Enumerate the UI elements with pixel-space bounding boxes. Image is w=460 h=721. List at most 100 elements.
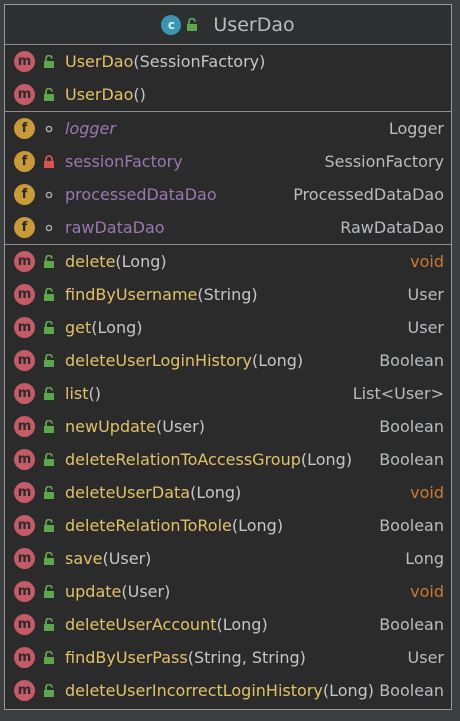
package-private-dot-icon [45,191,53,199]
public-lock-icon [44,651,54,664]
method-row[interactable]: m deleteUserAccount (Long) Boolean [5,608,451,641]
member-signature: deleteUserLoginHistory (Long) [65,344,303,377]
method-name: deleteUserLoginHistory [65,351,252,370]
class-icon-letter: c [167,17,175,32]
member-signature: UserDao() [65,78,146,111]
return-type: void [410,252,444,271]
method-name: deleteRelationToRole [65,516,232,535]
method-row[interactable]: m UserDao() [5,78,451,111]
method-icon: m [14,647,35,668]
method-row[interactable]: m newUpdate (User) Boolean [5,410,451,443]
method-icon: m [14,449,35,470]
method-params: (Long) [115,252,167,271]
method-icon: m [14,350,35,371]
return-type: Boolean [379,615,444,634]
method-row[interactable]: m update (User) void [5,575,451,608]
method-name: findByUsername [65,285,198,304]
member-signature: delete (Long) [65,245,167,278]
return-type: void [410,483,444,502]
method-row[interactable]: m findByUsername (String) User [5,278,451,311]
method-name: UserDao [65,85,134,104]
method-row[interactable]: m deleteUserIncorrectLoginHistory (Long) Bo… [5,674,451,707]
method-params: (User) [121,582,171,601]
field-row[interactable]: f rawDataDao RawDataDao [5,211,451,244]
return-type: User [407,648,444,667]
field-row[interactable]: f processedDataDao ProcessedDataDao [5,178,451,211]
method-row[interactable]: m delete (Long) void [5,245,451,278]
member-signature: get (Long) [65,311,142,344]
public-lock-icon [44,420,54,433]
member-signature: deleteRelationToAccessGroup (Long) [65,443,352,476]
method-params: (Long) [322,681,375,700]
class-header: c UserDao [5,5,451,45]
method-icon: m [14,482,35,503]
method-icon: m [14,515,35,536]
member-signature: logger [65,112,116,145]
public-lock-icon [44,618,54,631]
return-type: void [410,582,444,601]
field-icon: f [14,217,35,238]
method-row[interactable]: m deleteUserLoginHistory (Long) Boolean [5,344,451,377]
field-type: SessionFactory [324,152,445,171]
method-icon: m [14,548,35,569]
return-type: User [407,318,444,337]
method-row[interactable]: m list() List<User> [5,377,451,410]
public-lock-icon [44,453,54,466]
field-row[interactable]: f sessionFactory SessionFactory [5,145,451,178]
public-lock-icon [44,354,54,367]
member-signature: findByUserPass (String, String) [65,641,306,674]
field-type: Logger [388,119,444,138]
method-icon: m [14,251,35,272]
method-name: delete [65,252,116,271]
method-params: () [88,384,101,403]
public-lock-icon [44,255,54,268]
method-name: UserDao [65,52,134,71]
method-name: deleteUserAccount [65,615,217,634]
member-signature: UserDao (SessionFactory) [65,45,265,78]
package-private-dot-icon [45,224,53,232]
return-type: Boolean [379,417,444,436]
method-params: (Long) [231,516,284,535]
method-icon: m [14,614,35,635]
member-signature: list() [65,377,101,410]
method-row[interactable]: m deleteUserData (Long) void [5,476,451,509]
method-icon: m [14,383,35,404]
method-params: () [133,85,146,104]
methods-section: m delete (Long) void m findByUsername (String)… [5,245,451,707]
method-row[interactable]: m get (Long) User [5,311,451,344]
class-icon: c [161,14,182,35]
method-params: (Long) [190,483,242,502]
return-type: List<User> [352,384,444,403]
public-lock-icon [44,321,54,334]
method-params: (SessionFactory) [133,52,266,71]
method-params: (String, String) [187,648,306,667]
public-lock-icon [44,684,54,697]
method-name: deleteUserData [65,483,191,502]
field-icon: f [14,184,35,205]
return-type: Boolean [379,450,444,469]
method-name: save [65,549,103,568]
private-lock-icon [44,155,54,168]
field-type: ProcessedDataDao [293,185,444,204]
method-params: (User) [156,417,205,436]
constructors-section: m UserDao (SessionFactory) m UserDao() [5,45,451,112]
method-params: (Long) [251,351,304,370]
method-row[interactable]: m UserDao (SessionFactory) [5,45,451,78]
return-type: Long [405,549,444,568]
field-name: processedDataDao [65,185,217,204]
member-signature: deleteUserAccount (Long) [65,608,268,641]
fields-section: f logger Logger f sessionFactory SessionFacto… [5,112,451,245]
public-lock-icon [44,288,54,301]
method-params: (Long) [91,318,143,337]
package-private-dot-icon [45,125,53,133]
method-row[interactable]: m findByUserPass (String, String) User [5,641,451,674]
method-row[interactable]: m deleteRelationToAccessGroup (Long) Boolea… [5,443,451,476]
return-type: Boolean [379,516,444,535]
field-type: RawDataDao [340,218,444,237]
field-icon: f [14,151,35,172]
method-name: deleteUserIncorrectLoginHistory [65,681,323,700]
method-row[interactable]: m save (User) Long [5,542,451,575]
method-row[interactable]: m deleteRelationToRole (Long) Boolean [5,509,451,542]
field-row[interactable]: f logger Logger [5,112,451,145]
method-params: (Long) [300,450,353,469]
